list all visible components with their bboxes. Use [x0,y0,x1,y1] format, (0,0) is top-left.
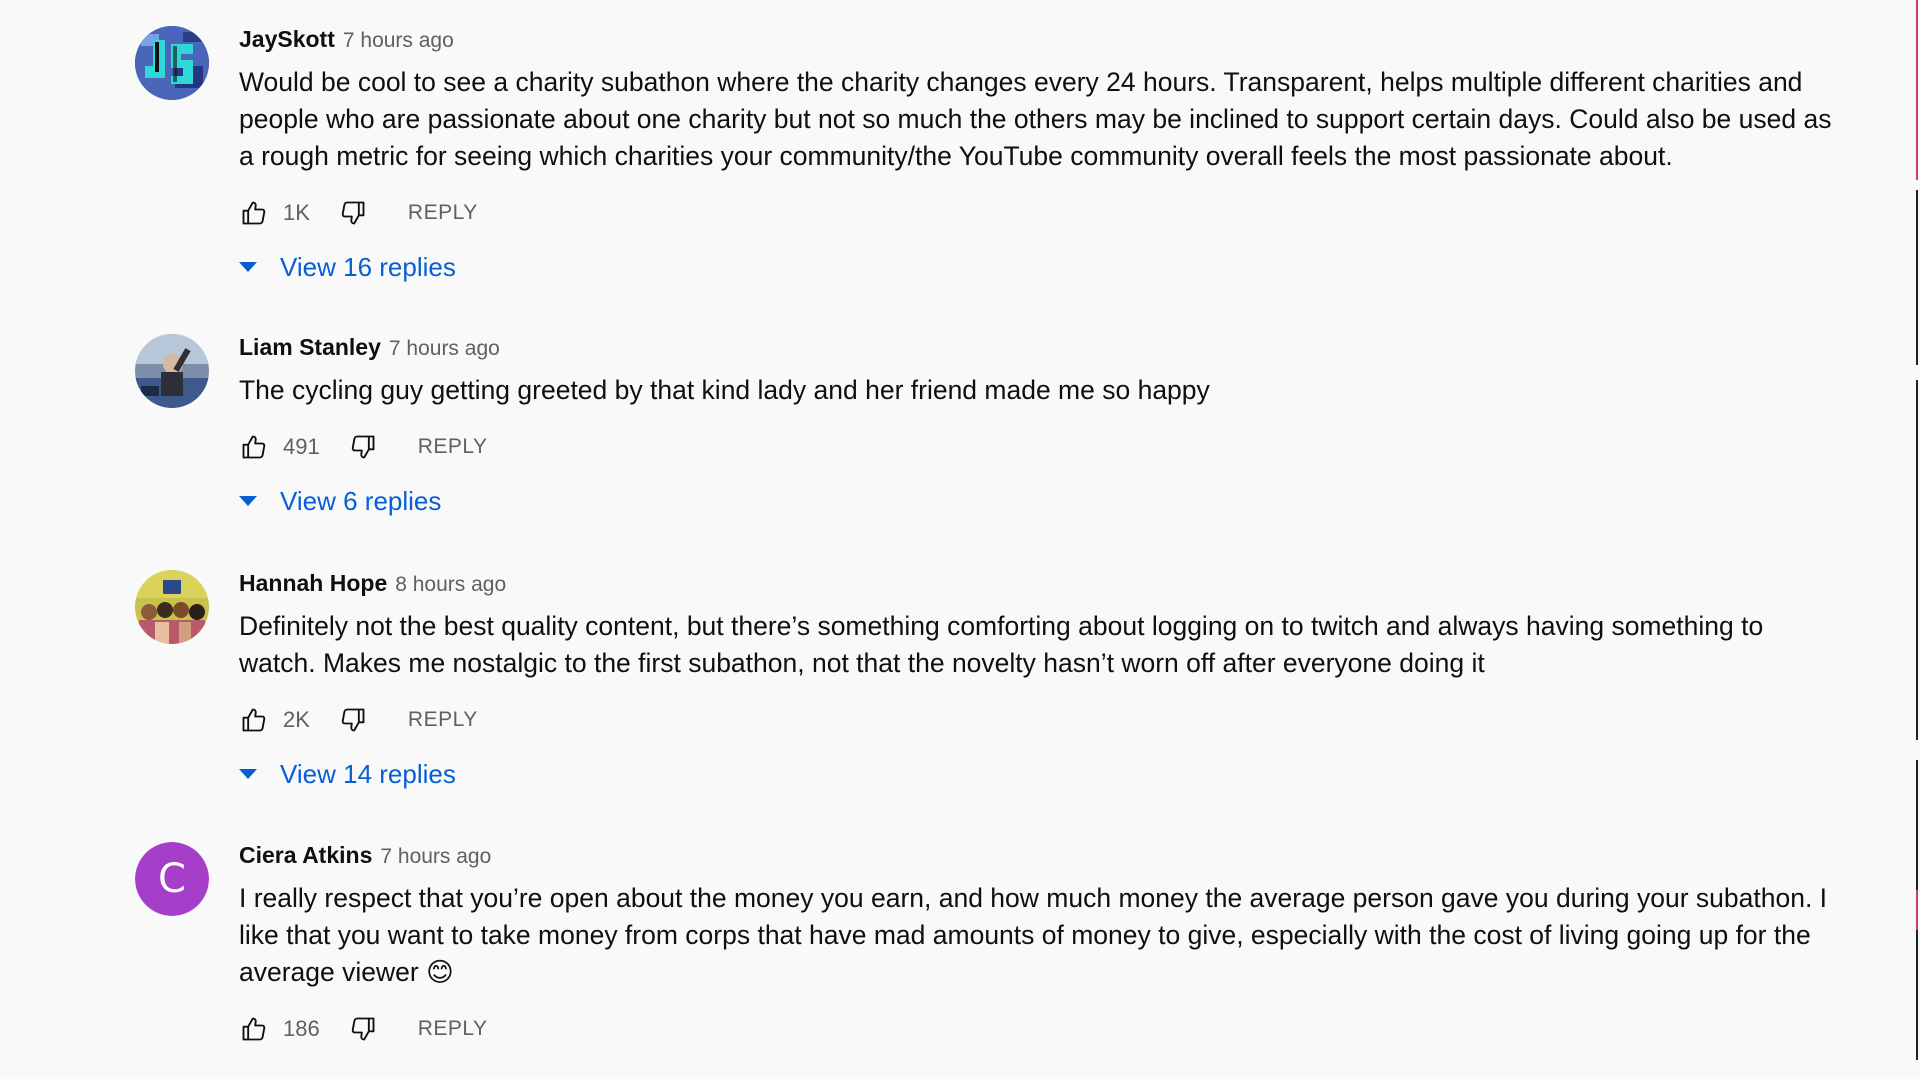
thumbs-down-icon [351,435,375,459]
scrollbar[interactable] [1914,0,1920,1079]
comment-text: Would be cool to see a charity subathon … [239,67,1832,171]
dislike-button[interactable] [338,198,368,228]
comment-thread: C Ciera Atkins 7 hours ago I really resp… [135,842,1839,1049]
avatar[interactable] [135,570,209,644]
comment-author[interactable]: JaySkott [239,26,335,53]
dislike-button[interactable] [338,705,368,735]
thumbs-up-icon [242,201,266,225]
comment-author[interactable]: Hannah Hope [239,570,387,597]
comment-actions: 491 REPLY [239,427,1839,467]
view-replies-label: View 16 replies [280,251,456,282]
view-replies-button[interactable]: View 14 replies [239,754,1839,794]
thumbs-up-icon [242,435,266,459]
thumbs-up-icon [242,1017,266,1041]
scrollbar-segment [1916,890,1918,930]
avatar[interactable]: C [135,842,209,916]
view-replies-label: View 6 replies [280,485,442,516]
caret-down-icon [239,262,257,272]
like-button[interactable] [239,432,269,462]
avatar[interactable] [135,334,209,408]
scrollbar-segment [1916,380,1918,740]
comment-timestamp[interactable]: 8 hours ago [395,573,506,597]
scrollbar-segment [1916,0,1918,180]
comment-timestamp[interactable]: 7 hours ago [389,337,500,361]
comment-timestamp[interactable]: 7 hours ago [343,29,454,53]
comment-author[interactable]: Liam Stanley [239,334,381,361]
like-count: 491 [283,434,320,459]
thumbs-down-icon [351,1017,375,1041]
comment-thread: Liam Stanley 7 hours ago The cycling guy… [135,334,1839,521]
photo-avatar-image [135,334,209,408]
view-replies-button[interactable]: View 16 replies [239,247,1839,287]
view-replies-button[interactable]: View 6 replies [239,481,1839,521]
thumbs-down-icon [341,708,365,732]
caret-down-icon [239,769,257,779]
like-button[interactable] [239,705,269,735]
comment-actions: 2K REPLY [239,700,1839,740]
comment-timestamp[interactable]: 7 hours ago [380,845,491,869]
comments-page: JaySkott 7 hours ago Would be cool to se… [0,0,1920,1079]
comment-actions: 1K REPLY [239,193,1839,233]
dislike-button[interactable] [348,1014,378,1044]
comment-actions: 186 REPLY [239,1009,1839,1049]
like-button[interactable] [239,198,269,228]
dislike-button[interactable] [348,432,378,462]
pixel-art-avatar-image [135,26,209,100]
like-count: 2K [283,707,310,732]
reply-button[interactable]: REPLY [408,708,478,732]
thumbs-down-icon [341,201,365,225]
avatar[interactable] [135,26,209,100]
thumbs-up-icon [242,708,266,732]
caret-down-icon [239,496,257,506]
comment-author[interactable]: Ciera Atkins [239,842,372,869]
comment-text: The cycling guy getting greeted by that … [239,375,1210,405]
reply-button[interactable]: REPLY [418,1017,488,1041]
scrollbar-segment [1916,190,1918,365]
comment-thread: JaySkott 7 hours ago Would be cool to se… [135,26,1839,287]
reply-button[interactable]: REPLY [408,201,478,225]
reply-button[interactable]: REPLY [418,435,488,459]
letter-avatar: C [135,842,209,916]
like-button[interactable] [239,1014,269,1044]
like-count: 1K [283,200,310,225]
photo-avatar-image [135,570,209,644]
comment-text: I really respect that you’re open about … [239,883,1828,987]
comment-text: Definitely not the best quality content,… [239,611,1764,678]
view-replies-label: View 14 replies [280,758,456,789]
comment-thread: Hannah Hope 8 hours ago Definitely not t… [135,570,1839,794]
like-count: 186 [283,1016,320,1041]
